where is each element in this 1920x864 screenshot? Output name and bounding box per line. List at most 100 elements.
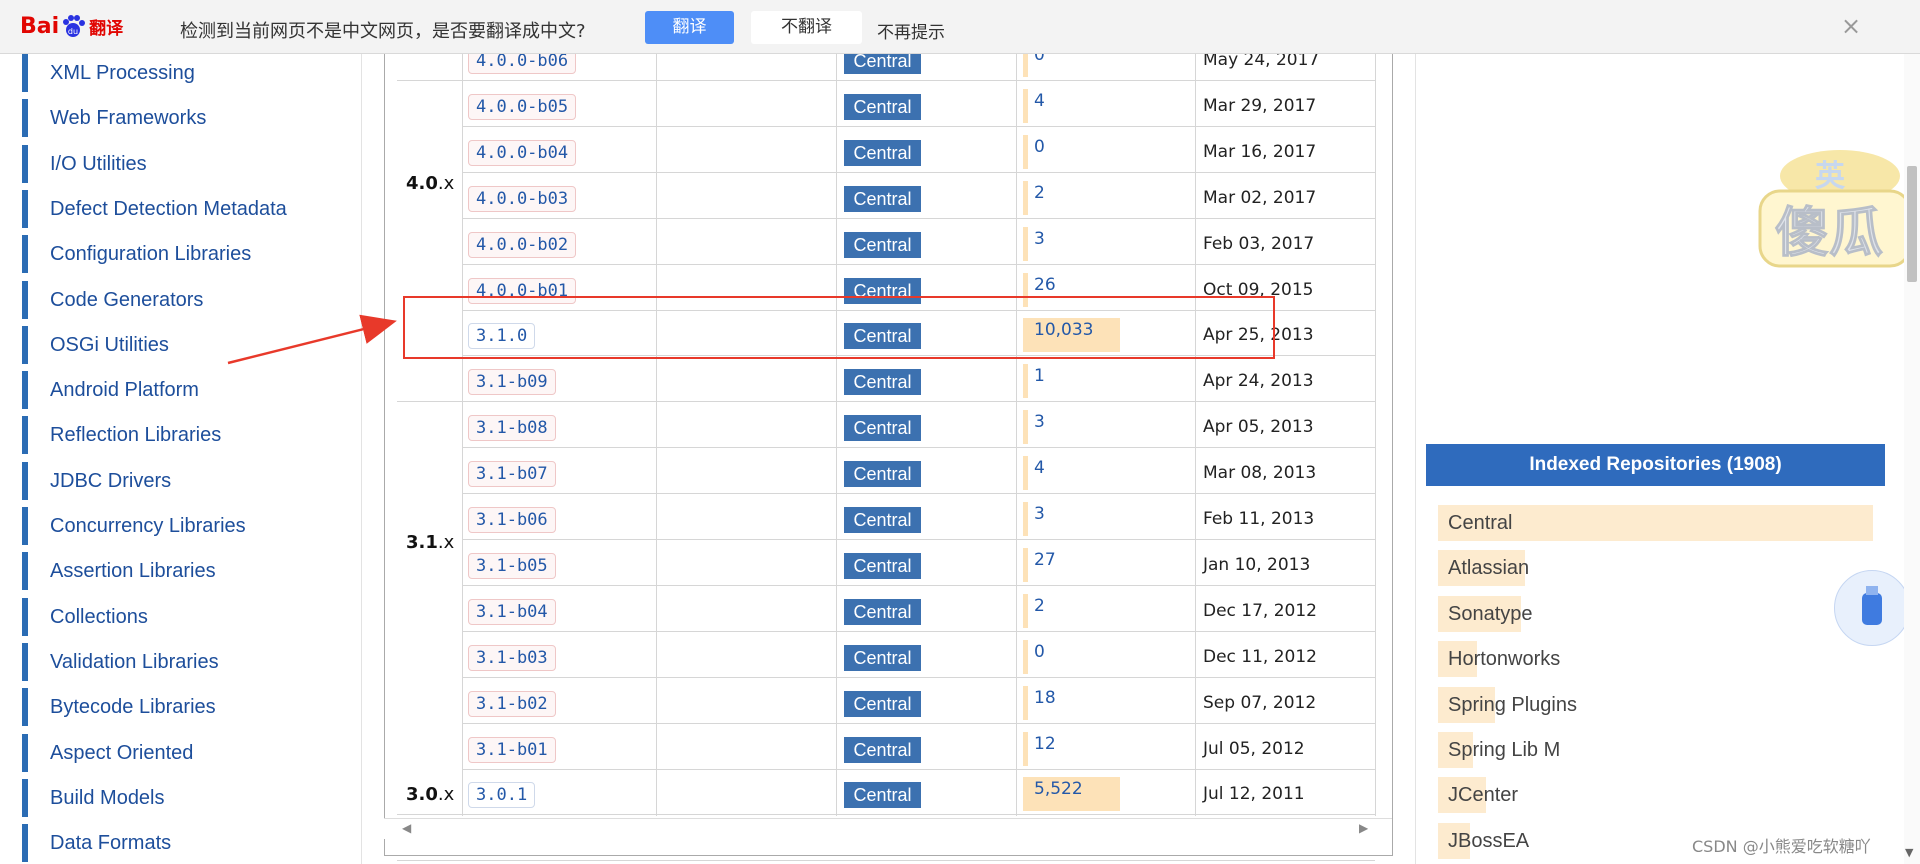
usages-link[interactable]: 5,522 bbox=[1023, 777, 1120, 812]
version-link[interactable]: 3.1-b02 bbox=[468, 690, 556, 717]
table-row-divider bbox=[462, 447, 1375, 449]
baidu-paw-icon: du bbox=[63, 15, 86, 37]
category-link[interactable]: Concurrency Libraries bbox=[22, 507, 322, 545]
usages-link[interactable]: 3 bbox=[1023, 502, 1045, 536]
version-link[interactable]: 4.0.0-b03 bbox=[468, 185, 577, 212]
indexed-repository-link[interactable]: Atlassian bbox=[1448, 548, 1529, 586]
version-link[interactable]: 3.1-b05 bbox=[468, 552, 556, 579]
usages-link[interactable]: 3 bbox=[1023, 226, 1045, 261]
table-row-divider bbox=[462, 171, 1375, 173]
version-group-label: 3.1.x bbox=[406, 532, 454, 553]
version-group-major: 3.0 bbox=[406, 784, 438, 806]
version-link[interactable]: 3.1-b04 bbox=[468, 598, 556, 625]
category-link[interactable]: Assertion Libraries bbox=[22, 552, 322, 591]
version-link[interactable]: 3.1-b08 bbox=[468, 415, 556, 442]
indexed-repository-link[interactable]: Central bbox=[1448, 503, 1512, 541]
indexed-repository-link[interactable]: JBossEA bbox=[1448, 821, 1529, 859]
repository-badge[interactable]: Central bbox=[844, 598, 921, 625]
repository-badge[interactable]: Central bbox=[844, 139, 921, 166]
version-link[interactable]: 3.0.1 bbox=[468, 782, 536, 809]
category-link[interactable]: Bytecode Libraries bbox=[22, 688, 322, 727]
version-link[interactable]: 3.1-b06 bbox=[468, 507, 556, 533]
repository-badge[interactable]: Central bbox=[844, 736, 921, 763]
usages-link[interactable]: 4 bbox=[1023, 456, 1045, 491]
category-link[interactable]: Configuration Libraries bbox=[22, 235, 322, 274]
category-link[interactable]: I/O Utilities bbox=[22, 144, 322, 183]
usages-link[interactable]: 27 bbox=[1023, 547, 1056, 582]
category-link[interactable]: Reflection Libraries bbox=[22, 416, 322, 455]
version-group-major: 3.1 bbox=[406, 531, 438, 553]
svg-text:英: 英 bbox=[1815, 159, 1846, 194]
table-row-divider bbox=[462, 539, 1375, 540]
repository-badge[interactable]: Central bbox=[844, 415, 921, 442]
repository-badge[interactable]: Central bbox=[844, 461, 921, 488]
version-link[interactable]: 4.0.0-b05 bbox=[468, 93, 577, 120]
category-link[interactable]: OSGi Utilities bbox=[22, 325, 322, 364]
table-horizontal-scrollbar[interactable]: ◀ ▶ bbox=[384, 818, 1392, 839]
release-date: Jan 10, 2013 bbox=[1203, 554, 1311, 575]
repository-badge[interactable]: Central bbox=[844, 231, 921, 258]
translate-button[interactable]: 翻译 bbox=[645, 11, 734, 44]
release-date: Jul 12, 2011 bbox=[1203, 784, 1305, 805]
indexed-repository-link[interactable]: JCenter bbox=[1448, 775, 1518, 813]
table-row-divider bbox=[462, 768, 1375, 770]
table-row-divider bbox=[397, 401, 1375, 403]
release-date: Feb 03, 2017 bbox=[1203, 233, 1315, 254]
usages-link[interactable]: 3 bbox=[1023, 410, 1045, 445]
table-column-divider bbox=[836, 53, 837, 816]
csdn-watermark: CSDN @小熊爱吃软糖吖 bbox=[1692, 837, 1871, 856]
release-date: Mar 02, 2017 bbox=[1203, 187, 1317, 208]
category-link[interactable]: Validation Libraries bbox=[22, 642, 322, 681]
indexed-repository-link[interactable]: Spring Lib M bbox=[1448, 730, 1560, 768]
close-icon[interactable]: × bbox=[1841, 12, 1861, 40]
version-group-label: 4.0.x bbox=[406, 173, 454, 194]
category-link[interactable]: Defect Detection Metadata bbox=[22, 189, 322, 228]
indexed-repository-link[interactable]: Spring Plugins bbox=[1448, 685, 1577, 723]
no-translate-button[interactable]: 不翻译 bbox=[751, 11, 862, 44]
repository-badge[interactable]: Central bbox=[844, 782, 921, 809]
category-link[interactable]: Web Frameworks bbox=[22, 99, 322, 138]
repository-badge[interactable]: Central bbox=[844, 552, 921, 579]
floating-assistant-button[interactable] bbox=[1834, 570, 1910, 646]
table-column-divider bbox=[656, 53, 657, 816]
usages-link[interactable]: 4 bbox=[1023, 88, 1045, 123]
usages-link[interactable]: 1 bbox=[1023, 364, 1045, 399]
indexed-repository-link[interactable]: Hortonworks bbox=[1448, 639, 1560, 677]
scroll-right-icon[interactable]: ▶ bbox=[1359, 821, 1368, 835]
repository-badge[interactable]: Central bbox=[844, 507, 921, 533]
version-link[interactable]: 4.0.0-b04 bbox=[468, 139, 577, 166]
scroll-left-icon[interactable]: ◀ bbox=[402, 821, 411, 835]
category-link[interactable]: Android Platform bbox=[22, 371, 322, 410]
repository-badge[interactable]: Central bbox=[844, 369, 921, 396]
category-link[interactable]: Collections bbox=[22, 597, 322, 636]
usages-link[interactable]: 12 bbox=[1023, 731, 1056, 766]
repository-badge[interactable]: Central bbox=[844, 185, 921, 212]
version-link[interactable]: 3.1-b09 bbox=[468, 369, 556, 396]
usages-link[interactable]: 2 bbox=[1023, 180, 1045, 215]
scroll-down-icon[interactable]: ▼ bbox=[1905, 846, 1913, 859]
indexed-repository-link[interactable]: Sonatype bbox=[1448, 594, 1533, 632]
never-prompt-link[interactable]: 不再提示 bbox=[877, 18, 945, 43]
category-link[interactable]: Aspect Oriented bbox=[22, 733, 322, 772]
version-group-label: 3.0.x bbox=[406, 784, 454, 805]
translate-bar: Bai du 翻译 检测到当前网页不是中文网页，是否要翻译成中文? 翻译 不翻译… bbox=[0, 0, 1920, 54]
repository-badge[interactable]: Central bbox=[844, 644, 921, 671]
category-link[interactable]: Code Generators bbox=[22, 280, 322, 319]
version-link[interactable]: 3.1-b03 bbox=[468, 644, 556, 671]
usages-link[interactable]: 2 bbox=[1023, 593, 1045, 628]
version-link[interactable]: 3.1-b07 bbox=[468, 461, 556, 488]
version-link[interactable]: 4.0.0-b02 bbox=[468, 231, 577, 258]
repository-badge[interactable]: Central bbox=[844, 93, 921, 120]
usages-link[interactable]: 0 bbox=[1023, 639, 1045, 674]
version-link[interactable]: 3.1-b01 bbox=[468, 736, 556, 763]
category-link[interactable]: Data Formats bbox=[22, 824, 322, 863]
mascot-sticker-icon: 英 傻瓜 bbox=[1758, 150, 1912, 268]
repository-badge[interactable]: Central bbox=[844, 690, 921, 717]
category-link[interactable]: JDBC Drivers bbox=[22, 461, 322, 500]
usages-link[interactable]: 0 bbox=[1023, 134, 1045, 169]
category-link[interactable]: Build Models bbox=[22, 778, 322, 817]
scrollbar-thumb[interactable] bbox=[1907, 166, 1917, 282]
category-link[interactable]: XML Processing bbox=[22, 54, 322, 92]
usages-link[interactable]: 18 bbox=[1023, 685, 1056, 720]
translate-prompt-text: 检测到当前网页不是中文网页，是否要翻译成中文? bbox=[180, 21, 586, 42]
